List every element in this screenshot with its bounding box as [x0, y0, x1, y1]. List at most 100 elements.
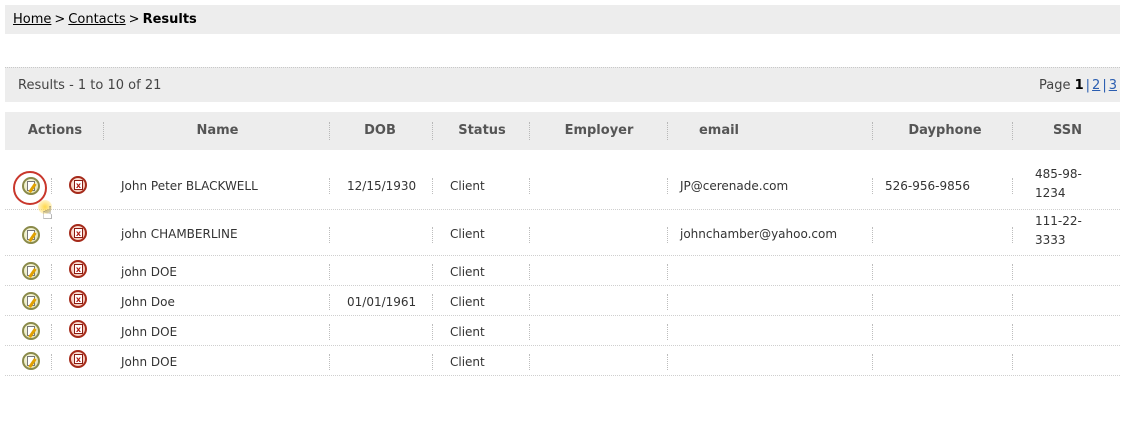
column-separator	[872, 178, 873, 194]
header-dayphone[interactable]: Dayphone	[875, 112, 1015, 150]
column-separator	[667, 294, 668, 310]
table-row: x John DOE Client	[5, 316, 1120, 346]
contact-status: Client	[450, 325, 485, 339]
breadcrumb-contacts-link[interactable]: Contacts	[68, 12, 125, 27]
header-separator	[872, 122, 873, 140]
header-separator	[529, 122, 530, 140]
delete-icon[interactable]: x	[69, 290, 87, 308]
delete-icon[interactable]: x	[69, 320, 87, 338]
table-row: x John Peter BLACKWELL 12/15/1930 Client…	[5, 164, 1120, 210]
results-summary: Results - 1 to 10 of 21	[18, 78, 162, 93]
column-separator	[51, 264, 52, 280]
column-separator	[1012, 294, 1013, 310]
column-separator	[51, 227, 52, 243]
column-separator	[667, 227, 668, 243]
column-separator	[51, 324, 52, 340]
contact-status: Client	[450, 265, 485, 279]
header-email[interactable]: email	[671, 112, 767, 150]
delete-icon[interactable]: x	[69, 224, 87, 242]
column-separator	[51, 354, 52, 370]
delete-icon[interactable]: x	[69, 350, 87, 368]
contact-ssn-part2: 1234	[1035, 186, 1066, 200]
breadcrumb-separator: >	[128, 12, 140, 27]
column-separator	[432, 227, 433, 243]
edit-icon[interactable]	[22, 322, 40, 340]
column-separator	[667, 324, 668, 340]
header-name[interactable]: Name	[115, 112, 320, 150]
edit-icon[interactable]	[22, 352, 40, 370]
contact-name: John Peter BLACKWELL	[121, 179, 258, 193]
column-separator	[872, 227, 873, 243]
column-separator	[432, 324, 433, 340]
table-row: x John DOE Client	[5, 346, 1120, 376]
edit-icon[interactable]	[22, 262, 40, 280]
delete-icon[interactable]: x	[69, 176, 87, 194]
page-divider: |	[1102, 78, 1107, 93]
contact-status: Client	[450, 179, 485, 193]
header-dob[interactable]: DOB	[335, 112, 425, 150]
header-separator	[329, 122, 330, 140]
column-separator	[329, 354, 330, 370]
contact-name: John Doe	[121, 295, 175, 309]
contact-email: johnchamber@yahoo.com	[680, 227, 838, 241]
column-separator	[1012, 178, 1013, 194]
contact-status: Client	[450, 355, 485, 369]
header-actions[interactable]: Actions	[15, 112, 95, 150]
delete-icon[interactable]: x	[69, 260, 87, 278]
column-separator	[872, 354, 873, 370]
page-1-current: 1	[1074, 78, 1084, 93]
column-separator	[667, 264, 668, 280]
header-separator	[1012, 122, 1013, 140]
table-row: x john CHAMBERLINE Client johnchamber@ya…	[5, 210, 1120, 256]
header-separator	[103, 122, 104, 140]
breadcrumb: Home > Contacts > Results	[5, 5, 1120, 34]
pointer-cursor-icon: ☝	[42, 203, 53, 224]
breadcrumb-current: Results	[142, 12, 197, 27]
contact-name: john DOE	[121, 265, 177, 279]
column-separator	[667, 354, 668, 370]
contact-name: John DOE	[121, 355, 178, 369]
column-separator	[872, 294, 873, 310]
column-separator	[329, 227, 330, 243]
header-ssn[interactable]: SSN	[1015, 112, 1120, 150]
contact-dob: 01/01/1961	[347, 295, 417, 309]
page-divider: |	[1085, 78, 1091, 93]
header-status[interactable]: Status	[437, 112, 527, 150]
column-separator	[329, 264, 330, 280]
header-employer[interactable]: Employer	[533, 112, 665, 150]
contact-name: john CHAMBERLINE	[121, 227, 238, 241]
column-separator	[1012, 324, 1013, 340]
page-label: Page	[1038, 78, 1071, 93]
contact-ssn-part1: 485-98-	[1035, 167, 1082, 181]
page-3-link[interactable]: 3	[1109, 78, 1117, 93]
column-separator	[529, 354, 530, 370]
contact-dayphone: 526-956-9856	[885, 179, 971, 193]
column-separator	[1012, 264, 1013, 280]
header-separator	[667, 122, 668, 140]
table-row: x John Doe 01/01/1961 Client	[5, 286, 1120, 316]
column-separator	[432, 294, 433, 310]
contact-dob: 12/15/1930	[347, 179, 417, 193]
column-separator	[529, 178, 530, 194]
edit-icon[interactable]	[22, 292, 40, 310]
column-separator	[667, 178, 668, 194]
column-separator	[432, 264, 433, 280]
column-separator	[432, 178, 433, 194]
column-separator	[529, 324, 530, 340]
column-separator	[872, 264, 873, 280]
table-header: Actions Name DOB Status Employer email D…	[5, 112, 1120, 150]
column-separator	[529, 294, 530, 310]
contact-ssn-part2: 3333	[1035, 233, 1066, 247]
edit-icon[interactable]	[22, 226, 40, 244]
breadcrumb-home-link[interactable]: Home	[13, 12, 51, 27]
column-separator	[329, 178, 330, 194]
contact-status: Client	[450, 295, 485, 309]
column-separator	[432, 354, 433, 370]
contact-email: JP@cerenade.com	[680, 179, 789, 193]
column-separator	[1012, 354, 1013, 370]
column-separator	[51, 178, 52, 194]
column-separator	[529, 227, 530, 243]
column-separator	[329, 324, 330, 340]
header-separator	[432, 122, 433, 140]
contact-status: Client	[450, 227, 485, 241]
